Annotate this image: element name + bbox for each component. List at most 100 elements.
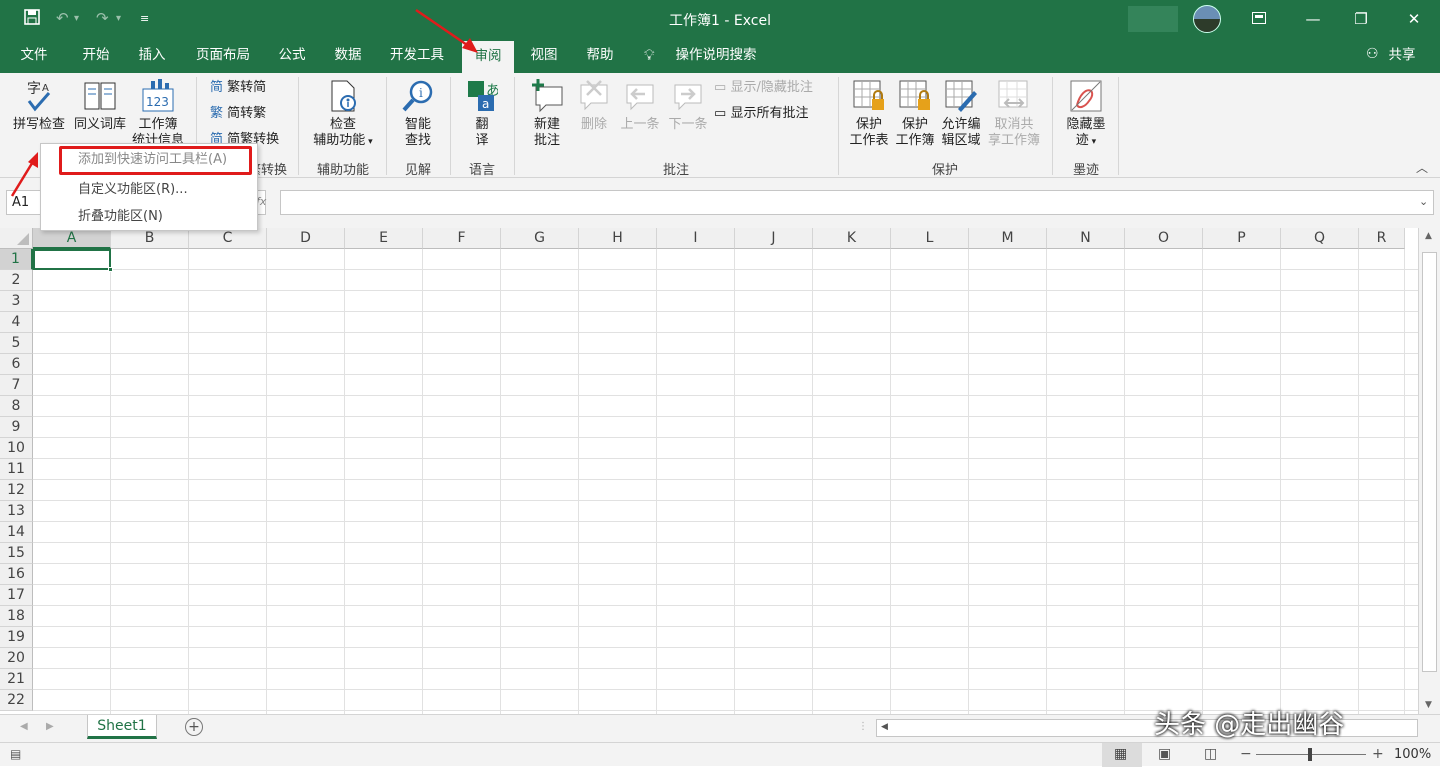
- tab-page-layout[interactable]: 页面布局: [190, 38, 256, 73]
- column-header-I[interactable]: I: [657, 228, 735, 249]
- column-header-O[interactable]: O: [1125, 228, 1203, 249]
- tab-formulas[interactable]: 公式: [270, 38, 314, 73]
- column-header-D[interactable]: D: [267, 228, 345, 249]
- tell-me-search[interactable]: 操作说明搜索: [670, 38, 762, 73]
- zoom-out-button[interactable]: −: [1240, 746, 1252, 762]
- allow-edit-ranges-button[interactable]: 允许编 辑区域: [938, 79, 984, 149]
- menu-item-collapse-ribbon[interactable]: 折叠功能区(N): [78, 206, 163, 228]
- macro-record-icon[interactable]: ▤: [10, 747, 21, 761]
- vertical-scrollbar[interactable]: ▲ ▼: [1418, 228, 1440, 714]
- row-header-21[interactable]: 21: [0, 669, 33, 690]
- delete-comment-button[interactable]: 删除: [574, 79, 614, 133]
- workbook-stats-button[interactable]: 123 工作簿 统计信息: [130, 79, 186, 149]
- s2t-button[interactable]: 繁 简转繁: [210, 103, 266, 125]
- hide-ink-button[interactable]: 隐藏墨 迹 ▾: [1058, 79, 1114, 150]
- scroll-thumb[interactable]: [1422, 252, 1437, 672]
- close-icon[interactable]: ✕: [1391, 0, 1437, 38]
- row-header-4[interactable]: 4: [0, 312, 33, 333]
- row-header-15[interactable]: 15: [0, 543, 33, 564]
- collapse-ribbon-icon[interactable]: ︿: [1416, 159, 1428, 176]
- show-all-comments-button[interactable]: ▭ 显示所有批注: [714, 103, 808, 125]
- menu-item-customize-ribbon[interactable]: 自定义功能区(R)...: [78, 179, 188, 201]
- row-header-1[interactable]: 1: [0, 249, 33, 270]
- column-header-M[interactable]: M: [969, 228, 1047, 249]
- column-header-P[interactable]: P: [1203, 228, 1281, 249]
- ribbon-display-icon[interactable]: [1236, 0, 1282, 38]
- formula-input[interactable]: [280, 190, 1434, 215]
- column-header-C[interactable]: C: [189, 228, 267, 249]
- column-header-L[interactable]: L: [891, 228, 969, 249]
- row-header-16[interactable]: 16: [0, 564, 33, 585]
- column-header-R[interactable]: R: [1359, 228, 1405, 249]
- tab-home[interactable]: 开始: [74, 38, 118, 73]
- tab-developer[interactable]: 开发工具: [384, 38, 450, 73]
- tab-review[interactable]: 审阅: [462, 41, 514, 73]
- expand-formula-icon[interactable]: ⌄: [1419, 195, 1428, 208]
- sheet-next-icon[interactable]: ▶: [46, 721, 54, 732]
- row-header-11[interactable]: 11: [0, 459, 33, 480]
- spreadsheet-grid[interactable]: ABCDEFGHIJKLMNOPQR 1 2 3 4 5 6 7 8 9 10 11 12 13 14 15…: [0, 228, 1440, 714]
- zoom-slider-thumb[interactable]: [1308, 748, 1312, 761]
- show-hide-comment-button[interactable]: ▭ 显示/隐藏批注: [714, 77, 813, 99]
- new-comment-button[interactable]: 新建 批注: [522, 79, 572, 149]
- tab-view[interactable]: 视图: [522, 38, 566, 73]
- scroll-left-icon[interactable]: ◀: [881, 722, 888, 732]
- column-header-G[interactable]: G: [501, 228, 579, 249]
- avatar[interactable]: [1193, 5, 1221, 33]
- protect-sheet-button[interactable]: 保护 工作表: [846, 79, 892, 149]
- tab-split-icon[interactable]: ⋮: [858, 721, 868, 732]
- row-header-17[interactable]: 17: [0, 585, 33, 606]
- row-header-19[interactable]: 19: [0, 627, 33, 648]
- fill-handle[interactable]: [108, 267, 113, 272]
- row-header-3[interactable]: 3: [0, 291, 33, 312]
- row-header-13[interactable]: 13: [0, 501, 33, 522]
- column-header-N[interactable]: N: [1047, 228, 1125, 249]
- thesaurus-button[interactable]: 同义词库: [70, 79, 130, 133]
- sheet-tab-sheet1[interactable]: Sheet1: [87, 715, 157, 739]
- protect-workbook-button[interactable]: 保护 工作簿: [892, 79, 938, 149]
- normal-view-button[interactable]: ▦: [1102, 743, 1142, 767]
- t2s-button[interactable]: 简 繁转简: [210, 77, 266, 99]
- spell-check-button[interactable]: 字A 拼写检查: [8, 79, 70, 133]
- tab-help[interactable]: 帮助: [578, 38, 622, 73]
- row-header-9[interactable]: 9: [0, 417, 33, 438]
- row-header-18[interactable]: 18: [0, 606, 33, 627]
- row-header-6[interactable]: 6: [0, 354, 33, 375]
- translate-button[interactable]: あa 翻 译: [458, 79, 506, 149]
- row-header-5[interactable]: 5: [0, 333, 33, 354]
- scroll-down-icon[interactable]: ▼: [1425, 700, 1432, 710]
- column-header-F[interactable]: F: [423, 228, 501, 249]
- row-header-14[interactable]: 14: [0, 522, 33, 543]
- sheet-prev-icon[interactable]: ◀: [20, 721, 28, 732]
- prev-comment-button[interactable]: 上一条: [616, 79, 664, 133]
- unshare-workbook-button[interactable]: 取消共 享工作簿: [984, 79, 1044, 149]
- row-header-10[interactable]: 10: [0, 438, 33, 459]
- tab-file[interactable]: 文件: [12, 38, 56, 73]
- page-break-view-icon[interactable]: ◫: [1204, 746, 1217, 762]
- column-header-B[interactable]: B: [111, 228, 189, 249]
- next-comment-button[interactable]: 下一条: [664, 79, 712, 133]
- smart-lookup-button[interactable]: i 智能 查找: [394, 79, 442, 149]
- scroll-up-icon[interactable]: ▲: [1425, 231, 1432, 241]
- row-header-8[interactable]: 8: [0, 396, 33, 417]
- select-all-corner[interactable]: [0, 228, 33, 249]
- tab-data[interactable]: 数据: [326, 38, 370, 73]
- minimize-icon[interactable]: —: [1290, 0, 1336, 38]
- column-header-E[interactable]: E: [345, 228, 423, 249]
- add-sheet-icon[interactable]: +: [185, 718, 203, 736]
- share-button[interactable]: 共享: [1384, 38, 1420, 73]
- column-header-K[interactable]: K: [813, 228, 891, 249]
- active-cell[interactable]: [33, 249, 111, 270]
- row-header-7[interactable]: 7: [0, 375, 33, 396]
- restore-icon[interactable]: ❐: [1338, 0, 1384, 38]
- zoom-level[interactable]: 100%: [1394, 747, 1431, 762]
- column-header-A[interactable]: A: [33, 228, 111, 249]
- row-header-22[interactable]: 22: [0, 690, 33, 711]
- check-accessibility-button[interactable]: 检查 辅助功能 ▾: [306, 79, 380, 150]
- tab-insert[interactable]: 插入: [130, 38, 174, 73]
- zoom-in-button[interactable]: +: [1372, 746, 1384, 762]
- column-header-J[interactable]: J: [735, 228, 813, 249]
- row-header-20[interactable]: 20: [0, 648, 33, 669]
- row-header-12[interactable]: 12: [0, 480, 33, 501]
- column-header-H[interactable]: H: [579, 228, 657, 249]
